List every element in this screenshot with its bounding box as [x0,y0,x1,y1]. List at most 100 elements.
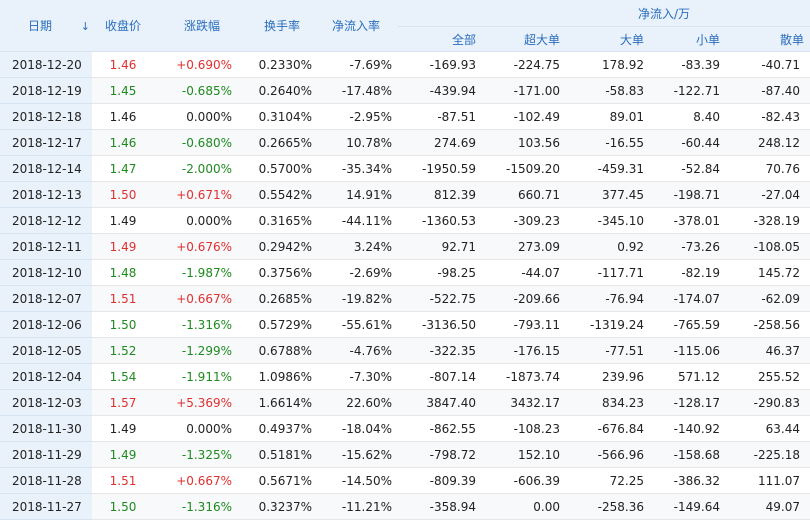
row-change: -1.299% [154,337,238,364]
table-row: 2018-11-28 1.51 +0.667% 0.5671% -14.50% -809.… [0,467,810,494]
row-net-ratio: -35.34% [318,155,398,182]
row-large: 377.45 [566,181,650,208]
header-close[interactable]: 收盘价 [92,0,154,52]
row-change: -1.911% [154,363,238,390]
row-turnover: 0.6788% [238,337,318,364]
row-turnover: 0.5181% [238,441,318,468]
row-small: -386.32 [650,467,726,494]
row-change: +0.667% [154,467,238,494]
row-turnover: 1.0986% [238,363,318,390]
sort-down-icon[interactable]: ↓ [81,20,90,33]
row-small: -82.19 [650,259,726,286]
row-small: 8.40 [650,103,726,130]
row-date: 2018-12-12 [0,207,92,234]
header-small[interactable]: 小单 [650,26,726,52]
row-total: -87.51 [398,103,482,130]
row-net-ratio: 22.60% [318,389,398,416]
header-change[interactable]: 涨跌幅 [154,0,238,52]
row-net-ratio: 3.24% [318,233,398,260]
row-date: 2018-11-29 [0,441,92,468]
table-row: 2018-12-13 1.50 +0.671% 0.5542% 14.91% 812.39… [0,181,810,208]
table-row: 2018-12-17 1.46 -0.680% 0.2665% 10.78% 274.69… [0,129,810,156]
row-large: -566.96 [566,441,650,468]
header-retail[interactable]: 散单 [726,26,810,52]
row-change: -0.685% [154,77,238,104]
row-extra-large: -209.66 [482,285,566,312]
row-retail: -62.09 [726,285,810,312]
row-large: 178.92 [566,51,650,78]
row-close: 1.46 [92,51,154,78]
row-date: 2018-12-17 [0,129,92,156]
row-retail: -108.05 [726,233,810,260]
row-retail: -328.19 [726,207,810,234]
table-row: 2018-11-27 1.50 -1.316% 0.3237% -11.21% -358.… [0,493,810,520]
row-change: -1.316% [154,311,238,338]
row-small: -174.07 [650,285,726,312]
row-retail: 145.72 [726,259,810,286]
row-close: 1.46 [92,103,154,130]
row-retail: 46.37 [726,337,810,364]
row-close: 1.50 [92,311,154,338]
row-small: -765.59 [650,311,726,338]
row-retail: -258.56 [726,311,810,338]
row-close: 1.57 [92,389,154,416]
row-turnover: 0.5700% [238,155,318,182]
row-change: 0.000% [154,415,238,442]
row-change: +0.690% [154,51,238,78]
row-retail: -225.18 [726,441,810,468]
row-net-ratio: -17.48% [318,77,398,104]
table-body: 2018-12-20 1.46 +0.690% 0.2330% -7.69% -169.9… [0,51,810,520]
row-date: 2018-12-04 [0,363,92,390]
table-row: 2018-12-14 1.47 -2.000% 0.5700% -35.34% -1950… [0,155,810,182]
header-total[interactable]: 全部 [398,26,482,52]
row-total: -322.35 [398,337,482,364]
row-change: +5.369% [154,389,238,416]
row-turnover: 0.3237% [238,493,318,520]
table-row: 2018-12-04 1.54 -1.911% 1.0986% -7.30% -807.1… [0,363,810,390]
row-net-ratio: -15.62% [318,441,398,468]
row-large: -459.31 [566,155,650,182]
row-net-ratio: -19.82% [318,285,398,312]
table-row: 2018-12-06 1.50 -1.316% 0.5729% -55.61% -3136… [0,311,810,338]
row-extra-large: -44.07 [482,259,566,286]
row-turnover: 0.2640% [238,77,318,104]
row-turnover: 0.2942% [238,233,318,260]
header-date[interactable]: 日期 ↓ [0,0,92,52]
table-row: 2018-12-10 1.48 -1.987% 0.3756% -2.69% -98.25… [0,259,810,286]
row-close: 1.51 [92,467,154,494]
row-small: -140.92 [650,415,726,442]
header-large[interactable]: 大单 [566,26,650,52]
row-net-ratio: -11.21% [318,493,398,520]
table-row: 2018-12-20 1.46 +0.690% 0.2330% -7.69% -169.9… [0,51,810,78]
header-turnover[interactable]: 换手率 [238,0,318,52]
row-close: 1.54 [92,363,154,390]
row-retail: 70.76 [726,155,810,182]
row-date: 2018-12-03 [0,389,92,416]
header-extra-large[interactable]: 超大单 [482,26,566,52]
row-extra-large: -793.11 [482,311,566,338]
row-extra-large: -171.00 [482,77,566,104]
table-row: 2018-12-03 1.57 +5.369% 1.6614% 22.60% 3847.4… [0,389,810,416]
row-extra-large: -1509.20 [482,155,566,182]
row-total: 274.69 [398,129,482,156]
row-total: -3136.50 [398,311,482,338]
row-turnover: 0.2330% [238,51,318,78]
row-small: -158.68 [650,441,726,468]
row-date: 2018-12-10 [0,259,92,286]
table-header: 日期 ↓ 收盘价 涨跌幅 换手率 净流入率 净流入/万 全部 超大单 大单 小单… [0,0,810,52]
table-row: 2018-12-05 1.52 -1.299% 0.6788% -4.76% -322.3… [0,337,810,364]
row-extra-large: 3432.17 [482,389,566,416]
table-row: 2018-11-30 1.49 0.000% 0.4937% -18.04% -862.5… [0,415,810,442]
row-total: -358.94 [398,493,482,520]
row-change: 0.000% [154,103,238,130]
row-small: -83.39 [650,51,726,78]
row-extra-large: 273.09 [482,233,566,260]
row-retail: -27.04 [726,181,810,208]
row-small: -115.06 [650,337,726,364]
row-change: 0.000% [154,207,238,234]
row-retail: 111.07 [726,467,810,494]
row-extra-large: 152.10 [482,441,566,468]
fund-flow-table: 日期 ↓ 收盘价 涨跌幅 换手率 净流入率 净流入/万 全部 超大单 大单 小单… [0,0,810,520]
header-net-ratio[interactable]: 净流入率 [318,0,398,52]
row-large: 89.01 [566,103,650,130]
